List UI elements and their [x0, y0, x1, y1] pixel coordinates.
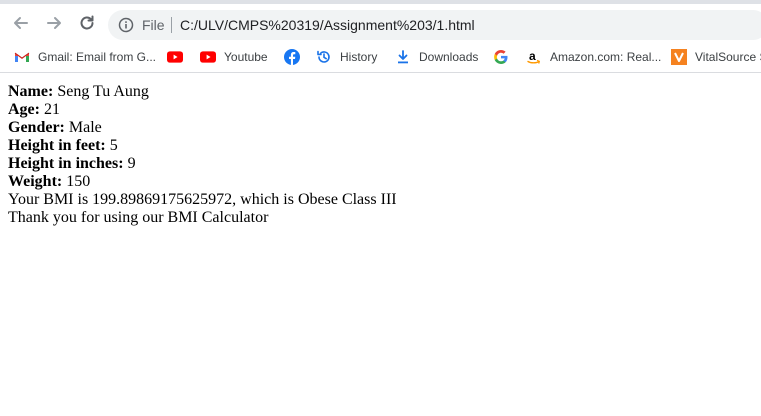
name-value: Seng Tu Aung	[57, 83, 149, 100]
reload-icon	[80, 15, 94, 30]
info-icon[interactable]	[118, 17, 134, 33]
thank-you-message: Thank you for using our BMI Calculator	[8, 209, 269, 226]
gender-value: Male	[68, 119, 102, 136]
url-text[interactable]: C:/ULV/CMPS%20319/Assignment%203/1.html	[180, 17, 475, 33]
height-feet-value: 5	[109, 137, 118, 154]
height-inches-label: Height in inches:	[8, 155, 124, 172]
bookmark-youtube[interactable]: Youtube	[200, 48, 268, 66]
bookmark-facebook[interactable]	[284, 48, 300, 66]
height-inches-line: Height in inches: 9	[8, 155, 397, 173]
gender-label: Gender:	[8, 119, 65, 136]
bookmark-downloads[interactable]: Downloads	[395, 48, 478, 66]
bmi-result: Your BMI is 199.89869175625972, which is…	[8, 191, 397, 208]
address-bar[interactable]: File C:/ULV/CMPS%20319/Assignment%203/1.…	[108, 10, 761, 40]
name-label: Name:	[8, 83, 54, 100]
youtube-icon	[200, 49, 216, 65]
download-icon	[395, 49, 411, 65]
svg-text:a: a	[529, 49, 536, 63]
bookmark-label: Amazon.com: Real...	[550, 50, 662, 64]
bookmark-vitalsource[interactable]: VitalSource S	[671, 48, 761, 66]
height-feet-line: Height in feet: 5	[8, 137, 397, 155]
gmail-icon	[14, 49, 30, 65]
name-line: Name: Seng Tu Aung	[8, 83, 397, 101]
bookmark-label: History	[340, 50, 378, 64]
bookmark-youtube-icon-only[interactable]	[167, 48, 183, 66]
gender-line: Gender: Male	[8, 119, 397, 137]
bookmark-history[interactable]: History	[316, 48, 377, 66]
page-content: Name: Seng Tu Aung Age: 21 Gender: Male …	[8, 83, 397, 227]
file-scheme-label: File	[142, 17, 165, 33]
height-feet-label: Height in feet:	[8, 137, 106, 154]
bookmark-amazon[interactable]: a Amazon.com: Real...	[526, 48, 661, 66]
bookmark-label: Gmail: Email from G...	[38, 50, 157, 64]
back-arrow-icon	[14, 17, 28, 29]
weight-value: 150	[66, 173, 91, 190]
history-icon	[316, 49, 332, 65]
vitalsource-icon	[671, 49, 687, 65]
address-separator	[171, 17, 172, 33]
bookmark-gmail[interactable]: Gmail: Email from G...	[14, 48, 156, 66]
bookmark-google[interactable]	[493, 48, 509, 66]
bookmarks-bar: Gmail: Email from G... Youtube History D…	[0, 42, 761, 73]
bookmark-label: VitalSource S	[695, 50, 761, 64]
bookmark-label: Downloads	[419, 50, 479, 64]
back-button[interactable]	[10, 12, 32, 34]
age-label: Age:	[8, 101, 40, 118]
age-line: Age: 21	[8, 101, 397, 119]
youtube-icon	[167, 49, 183, 65]
weight-line: Weight: 150	[8, 173, 397, 191]
weight-label: Weight:	[8, 173, 63, 190]
forward-arrow-icon	[47, 17, 61, 29]
amazon-icon: a	[526, 49, 542, 65]
height-inches-value: 9	[127, 155, 136, 172]
age-value: 21	[43, 101, 60, 118]
forward-button[interactable]	[43, 12, 65, 34]
google-icon	[493, 49, 509, 65]
facebook-icon	[284, 49, 300, 65]
reload-button[interactable]	[76, 12, 98, 34]
bookmark-label: Youtube	[224, 50, 268, 64]
browser-toolbar: File C:/ULV/CMPS%20319/Assignment%203/1.…	[0, 0, 761, 42]
